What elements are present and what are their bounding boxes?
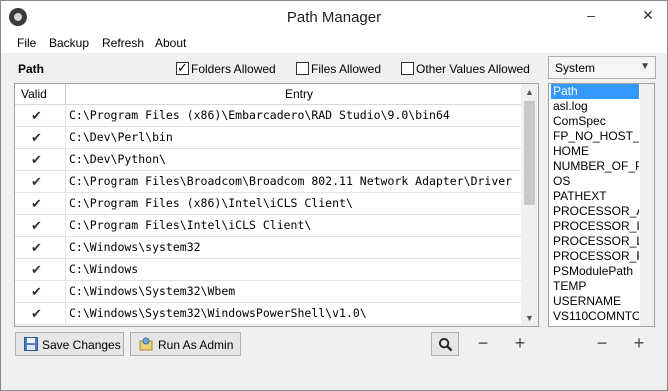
column-divider xyxy=(65,259,66,281)
remove-entry-button[interactable]: − xyxy=(469,332,497,356)
column-divider xyxy=(65,149,66,171)
search-button[interactable] xyxy=(431,332,459,356)
variable-item[interactable]: asl.log xyxy=(551,99,639,114)
table-row[interactable]: ✔ C:\Windows\system32 xyxy=(15,237,521,259)
column-divider xyxy=(65,127,66,149)
path-entry: C:\Dev\Python\ xyxy=(69,152,166,166)
table-row[interactable]: ✔ C:\Program Files\Broadcom\Broadcom 802… xyxy=(15,171,521,193)
path-entry: C:\Windows\system32 xyxy=(69,240,201,254)
table-row[interactable]: ✔ C:\Windows\System32\WindowsPowerShell\… xyxy=(15,303,521,325)
path-entry: C:\Windows xyxy=(69,262,139,276)
path-manager-window: Path Manager – ✕ File Backup Refresh Abo… xyxy=(0,0,668,391)
folders-allowed-label: Folders Allowed xyxy=(191,62,276,76)
scope-value: System xyxy=(555,61,596,75)
path-entry: C:\Dev\Perl\bin xyxy=(69,130,173,144)
table-row[interactable]: ✔ C:\Dev\Perl\bin xyxy=(15,127,521,149)
other-values-allowed-label: Other Values Allowed xyxy=(416,62,530,76)
table-header: Valid Entry xyxy=(15,84,521,105)
check-icon: ✔ xyxy=(31,262,42,277)
path-table: Valid Entry ✔ C:\Program Files (x86)\Emb… xyxy=(14,83,539,327)
variable-item[interactable]: TEMP xyxy=(551,279,639,294)
table-row[interactable]: ✔ C:\Program Files\Intel\iCLS Client\ xyxy=(15,215,521,237)
variable-item[interactable]: PROCESSOR_RE xyxy=(551,249,639,264)
close-button[interactable]: ✕ xyxy=(629,1,667,29)
menu-bar: File Backup Refresh About xyxy=(1,33,667,53)
valid-column-header[interactable]: Valid xyxy=(21,87,47,101)
add-entry-button[interactable]: + xyxy=(506,332,534,356)
files-allowed-checkbox[interactable] xyxy=(296,62,309,75)
admin-icon xyxy=(139,337,153,351)
path-entry: C:\Program Files (x86)\Embarcadero\RAD S… xyxy=(69,108,450,122)
variable-item[interactable]: PSModulePath xyxy=(551,264,639,279)
path-entry: C:\Program Files (x86)\Intel\iCLS Client… xyxy=(69,196,353,210)
check-icon: ✔ xyxy=(31,174,42,189)
save-changes-button[interactable]: Save Changes xyxy=(15,332,124,356)
variable-item[interactable]: ComSpec xyxy=(551,114,639,129)
column-divider xyxy=(65,171,66,193)
column-divider xyxy=(65,215,66,237)
column-divider xyxy=(65,303,66,325)
search-icon xyxy=(438,337,452,352)
variable-item-selected[interactable]: Path xyxy=(551,84,639,99)
path-entry: C:\Program Files\Intel\iCLS Client\ xyxy=(69,218,312,232)
table-row[interactable]: ✔ C:\Program Files (x86)\Embarcadero\RAD… xyxy=(15,105,521,127)
files-allowed-label: Files Allowed xyxy=(311,62,382,76)
check-icon: ✔ xyxy=(31,130,42,145)
check-icon: ✔ xyxy=(31,284,42,299)
table-row[interactable]: ✔ C:\Program Files (x86)\Intel\iCLS Clie… xyxy=(15,193,521,215)
check-icon: ✔ xyxy=(31,218,42,233)
check-icon: ✔ xyxy=(31,108,42,123)
menu-file[interactable]: File xyxy=(17,36,36,50)
table-row[interactable]: ✔ C:\Windows\System32\Wbem xyxy=(15,281,521,303)
remove-variable-button[interactable]: − xyxy=(588,332,616,356)
variable-list: Path asl.log ComSpec FP_NO_HOST_C HOME N… xyxy=(548,83,655,327)
check-icon: ✔ xyxy=(31,196,42,211)
scroll-down-icon[interactable]: ▼ xyxy=(521,310,538,326)
variable-item[interactable]: HOME xyxy=(551,144,639,159)
header-divider xyxy=(65,84,66,104)
menu-about[interactable]: About xyxy=(155,36,186,50)
column-divider xyxy=(65,105,66,127)
minimize-button[interactable]: – xyxy=(573,1,609,29)
check-icon: ✔ xyxy=(31,306,42,321)
add-variable-button[interactable]: + xyxy=(625,332,653,356)
variable-list-scrollbar[interactable] xyxy=(640,84,654,326)
variable-item[interactable]: USERNAME xyxy=(551,294,639,309)
save-changes-label: Save Changes xyxy=(42,338,121,352)
variable-item[interactable]: PROCESSOR_LE xyxy=(551,234,639,249)
table-row[interactable]: ✔ C:\Windows xyxy=(15,259,521,281)
scroll-thumb[interactable] xyxy=(524,101,535,205)
column-divider xyxy=(65,193,66,215)
menu-refresh[interactable]: Refresh xyxy=(102,36,144,50)
variable-item[interactable]: PROCESSOR_AR xyxy=(551,204,639,219)
run-as-admin-label: Run As Admin xyxy=(158,338,234,352)
check-icon: ✔ xyxy=(31,152,42,167)
variable-item[interactable]: NUMBER_OF_PR xyxy=(551,159,639,174)
menu-backup[interactable]: Backup xyxy=(49,36,89,50)
table-scrollbar[interactable]: ▲ ▼ xyxy=(521,84,538,326)
chevron-down-icon: ▼ xyxy=(640,61,650,72)
other-values-allowed-checkbox[interactable] xyxy=(401,62,414,75)
run-as-admin-button[interactable]: Run As Admin xyxy=(130,332,241,356)
variable-item[interactable]: PROCESSOR_ID xyxy=(551,219,639,234)
window-title: Path Manager xyxy=(286,9,382,26)
check-icon: ✔ xyxy=(31,240,42,255)
table-row[interactable]: ✔ C:\Dev\Python\ xyxy=(15,149,521,171)
variable-item[interactable]: VS110COMNTOO xyxy=(551,309,639,324)
path-entry: C:\Program Files\Broadcom\Broadcom 802.1… xyxy=(69,174,513,188)
scroll-up-icon[interactable]: ▲ xyxy=(521,84,538,100)
column-divider xyxy=(65,281,66,303)
path-entry: C:\Windows\System32\Wbem xyxy=(69,284,236,298)
variable-item[interactable]: OS xyxy=(551,174,639,189)
save-icon xyxy=(24,337,38,351)
scope-dropdown[interactable]: System ▼ xyxy=(548,56,656,79)
path-entry: C:\Windows\System32\WindowsPowerShell\v1… xyxy=(69,306,367,320)
variable-item[interactable]: PATHEXT xyxy=(551,189,639,204)
path-label: Path xyxy=(18,62,45,76)
folders-allowed-checkbox[interactable] xyxy=(176,60,189,76)
title-bar: Path Manager – ✕ xyxy=(1,1,667,33)
column-divider xyxy=(65,237,66,259)
entry-column-header[interactable]: Entry xyxy=(285,87,313,101)
variable-item[interactable]: FP_NO_HOST_C xyxy=(551,129,639,144)
